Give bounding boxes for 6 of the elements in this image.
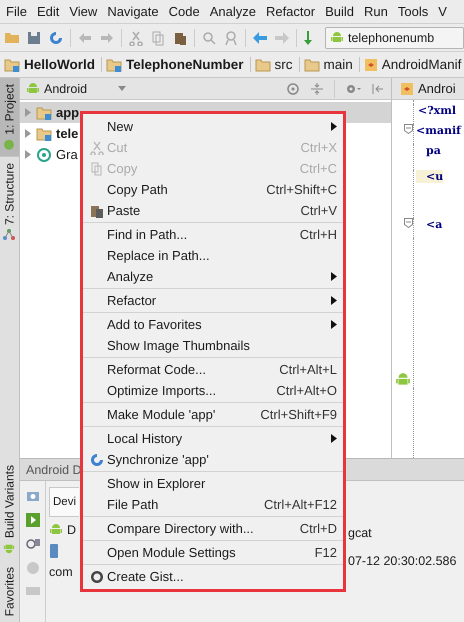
- code-line: <a: [425, 218, 442, 231]
- code-line: <manif: [416, 124, 461, 137]
- process-name: com: [49, 565, 73, 579]
- log-timestamp: 07-12 20:30:02.586: [348, 554, 456, 568]
- code-line: pa: [425, 144, 441, 157]
- code-line: <?xml: [417, 104, 456, 117]
